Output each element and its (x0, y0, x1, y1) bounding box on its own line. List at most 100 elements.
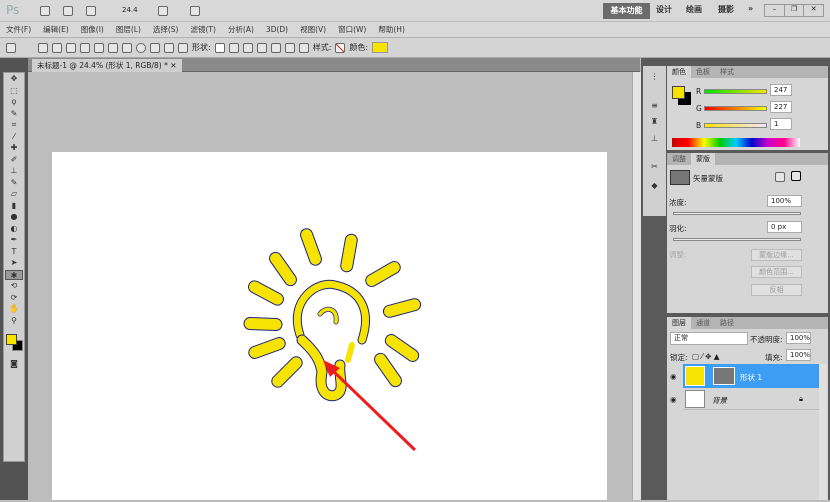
clone-source-icon[interactable]: ♜ (646, 117, 664, 128)
zoom-level[interactable]: 24.4 (122, 6, 138, 14)
tool-preset-icon[interactable] (6, 42, 16, 53)
link-icon[interactable] (298, 42, 309, 53)
3d-panel-icon[interactable]: ✂ (646, 162, 664, 173)
workspace-painting[interactable]: 绘画 (686, 4, 702, 15)
invert-button[interactable]: 反相 (751, 284, 802, 296)
tab-paths[interactable]: 路径 (715, 317, 739, 329)
canvas[interactable] (52, 152, 607, 500)
history-brush-tool-icon[interactable]: ✎ (5, 178, 23, 189)
gradient-tool-icon[interactable]: ▮ (5, 201, 23, 212)
menu-select[interactable]: 选择(S) (147, 22, 185, 37)
close-tab-icon[interactable]: ✕ (170, 61, 176, 70)
feather-slider[interactable] (673, 238, 801, 241)
vertical-scrollbar[interactable] (632, 72, 641, 500)
eye-icon[interactable]: ◉ (670, 395, 677, 404)
zoom-tool-icon[interactable]: ⚲ (5, 316, 23, 327)
blur-tool-icon[interactable]: ● (5, 212, 23, 223)
style-picker[interactable] (335, 42, 346, 53)
eraser-tool-icon[interactable]: ▱ (5, 189, 23, 200)
color-spectrum[interactable] (672, 138, 800, 147)
g-input[interactable]: 227 (770, 101, 792, 113)
b-slider[interactable] (704, 123, 767, 128)
pen-tool-icon[interactable]: ✒ (5, 235, 23, 246)
foreground-color[interactable] (6, 334, 17, 345)
layer-row-shape-1[interactable]: 形状 1 (683, 364, 819, 388)
type-tool-icon[interactable]: T (5, 247, 23, 258)
tab-channels[interactable]: 通道 (691, 317, 715, 329)
3d-orbit-tool-icon[interactable]: ⟳ (5, 293, 23, 304)
freeform-pen-icon[interactable] (94, 42, 104, 53)
workspace-essentials[interactable]: 基本功能 (603, 3, 650, 19)
move-tool-icon[interactable]: ✥ (5, 74, 23, 85)
fill-input[interactable]: 100% (786, 349, 811, 361)
menu-image[interactable]: 图像(I) (75, 22, 110, 37)
b-input[interactable]: 1 (770, 118, 792, 130)
menu-view[interactable]: 视图(V) (294, 22, 332, 37)
tab-swatches[interactable]: 色板 (691, 66, 715, 78)
history-panel-icon[interactable]: ⋮ (646, 72, 664, 83)
menu-analysis[interactable]: 分析(A) (222, 22, 260, 37)
view-extras-icon[interactable] (86, 6, 96, 16)
brush-presets-icon[interactable]: ≡ (646, 101, 664, 112)
arrange-documents-icon[interactable] (158, 6, 168, 16)
lasso-tool-icon[interactable]: ϙ (5, 97, 23, 108)
more-workspaces[interactable]: » (748, 4, 753, 13)
rounded-rectangle-icon[interactable] (122, 42, 132, 53)
mask-edge-button[interactable]: 蒙版边缘... (751, 249, 802, 261)
tab-layers[interactable]: 图层 (667, 317, 691, 329)
bridge-icon[interactable] (40, 6, 50, 16)
new-shape-layer-icon[interactable] (228, 42, 239, 53)
3d-rotate-tool-icon[interactable]: ⟲ (5, 281, 23, 292)
shape-layers-icon[interactable] (38, 42, 48, 53)
subtract-shape-icon[interactable] (256, 42, 267, 53)
intersect-shape-icon[interactable] (270, 42, 281, 53)
density-slider[interactable] (673, 212, 801, 215)
dodge-tool-icon[interactable]: ◐ (5, 224, 23, 235)
pen-icon[interactable] (80, 42, 90, 53)
brush-tool-icon[interactable]: ✐ (5, 155, 23, 166)
crop-tool-icon[interactable]: ⌗ (5, 120, 23, 131)
fg-swatch[interactable] (672, 86, 685, 99)
tool-presets-icon[interactable]: ⊥ (646, 134, 664, 145)
eyedropper-tool-icon[interactable]: ⁄ (5, 132, 23, 143)
eye-icon[interactable]: ◉ (670, 372, 677, 381)
tab-adjustments[interactable]: 调整 (667, 153, 691, 165)
density-input[interactable]: 100% (767, 195, 802, 207)
path-select-tool-icon[interactable]: ➤ (5, 258, 23, 269)
color-range-button[interactable]: 颜色范围... (751, 266, 802, 278)
color-swatch[interactable] (372, 42, 389, 53)
document-tab[interactable]: 未标题-1 @ 24.4% (形状 1, RGB/8) * ✕ (32, 59, 182, 72)
quick-mask-icon[interactable]: ◙ (5, 359, 23, 370)
hand-tool-icon[interactable]: ✋ (5, 304, 23, 315)
rectangle-icon[interactable] (108, 42, 118, 53)
layer-row-background[interactable]: 背景 🔒︎ (683, 388, 819, 410)
feather-input[interactable]: 0 px (767, 221, 802, 233)
menu-help[interactable]: 帮助(H) (372, 22, 411, 37)
tab-color[interactable]: 颜色 (667, 66, 691, 78)
restore-button[interactable]: ❐ (783, 5, 804, 16)
paths-icon[interactable] (52, 42, 62, 53)
healing-brush-tool-icon[interactable]: ✚ (5, 143, 23, 154)
opacity-input[interactable]: 100% (786, 332, 811, 344)
workspace-design[interactable]: 设计 (656, 4, 672, 15)
layers-scrollbar[interactable] (819, 364, 827, 500)
pixel-mask-icon[interactable] (775, 172, 785, 182)
r-slider[interactable] (704, 89, 767, 94)
polygon-icon[interactable] (150, 42, 160, 53)
lock-icons[interactable]: ▢ ⁄ ✥ ▲ (692, 352, 720, 361)
custom-shape-tool-icon[interactable]: ✱ (5, 269, 23, 280)
line-icon[interactable] (164, 42, 174, 53)
ellipse-icon[interactable] (136, 42, 146, 53)
menu-layer[interactable]: 图层(L) (110, 22, 147, 37)
shape-picker[interactable] (214, 42, 225, 53)
marquee-tool-icon[interactable]: ⬚ (5, 86, 23, 97)
menu-filter[interactable]: 滤镜(T) (185, 22, 222, 37)
tab-styles[interactable]: 样式 (715, 66, 739, 78)
menu-edit[interactable]: 编辑(E) (37, 22, 75, 37)
menu-window[interactable]: 窗口(W) (332, 22, 372, 37)
workspace-photography[interactable]: 摄影 (718, 4, 734, 15)
add-to-shape-icon[interactable] (242, 42, 253, 53)
vector-mask-icon[interactable] (791, 171, 801, 181)
clone-stamp-tool-icon[interactable]: ⊥ (5, 166, 23, 177)
quick-select-tool-icon[interactable]: ✎ (5, 109, 23, 120)
